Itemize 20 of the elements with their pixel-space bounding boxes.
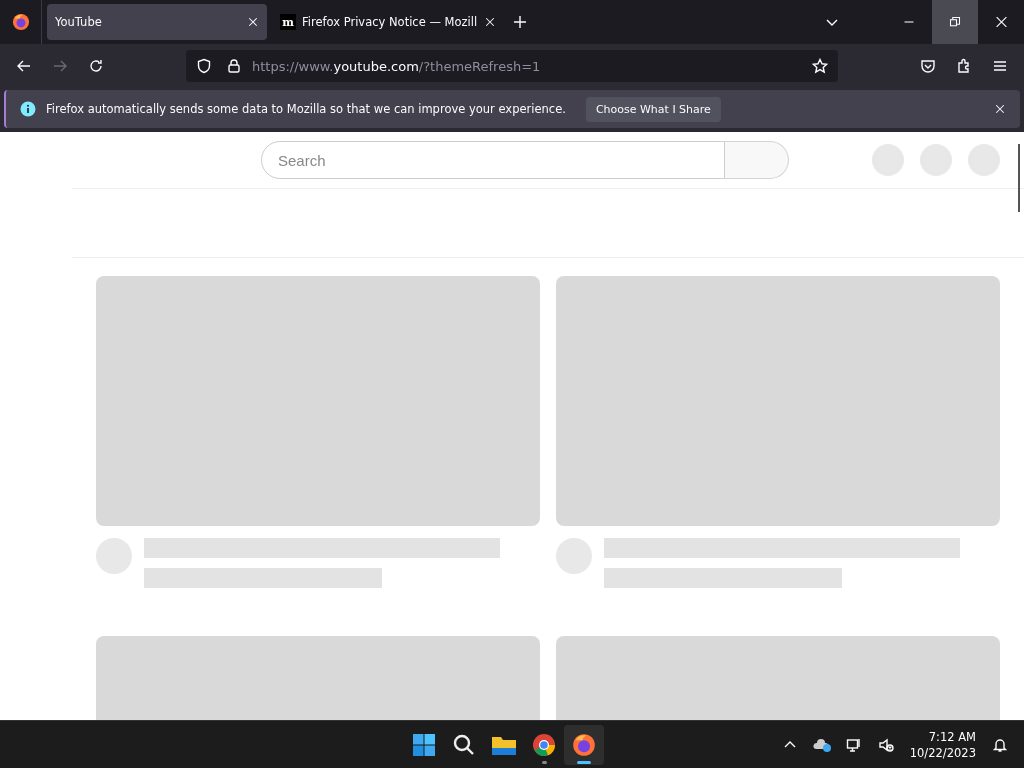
restore-icon[interactable] [932, 0, 978, 44]
clock-date[interactable]: 10/22/2023 [909, 744, 976, 761]
tab-favicon: m [280, 14, 296, 30]
browser-tab[interactable]: YouTube [47, 4, 267, 40]
firefox-logo-icon [11, 13, 30, 31]
chrome-logo-icon [532, 732, 556, 757]
browser-tab[interactable]: m Firefox Privacy Notice — Mozill [272, 4, 504, 40]
choose-what-i-share-button[interactable]: Choose What I Share [585, 96, 721, 122]
close-tab-icon[interactable] [484, 16, 496, 28]
windows-start-icon [412, 732, 436, 757]
taskbar-app[interactable] [564, 724, 604, 765]
scrollbar[interactable] [1018, 144, 1020, 212]
notification-message: Firefox automatically sends some data to Mozilla so that we can improve your experience. [46, 102, 566, 116]
close-tab-icon[interactable] [247, 16, 259, 28]
url-text: https://www.youtube.com/?themeRefresh=1 [252, 58, 542, 74]
clock-time[interactable]: 7:12 AM [928, 728, 976, 745]
info-icon [20, 101, 36, 117]
search-icon [452, 732, 476, 757]
firefox-logo-icon [572, 732, 596, 757]
address-bar[interactable]: https://www.youtube.com/?themeRefresh=1 [186, 50, 838, 82]
